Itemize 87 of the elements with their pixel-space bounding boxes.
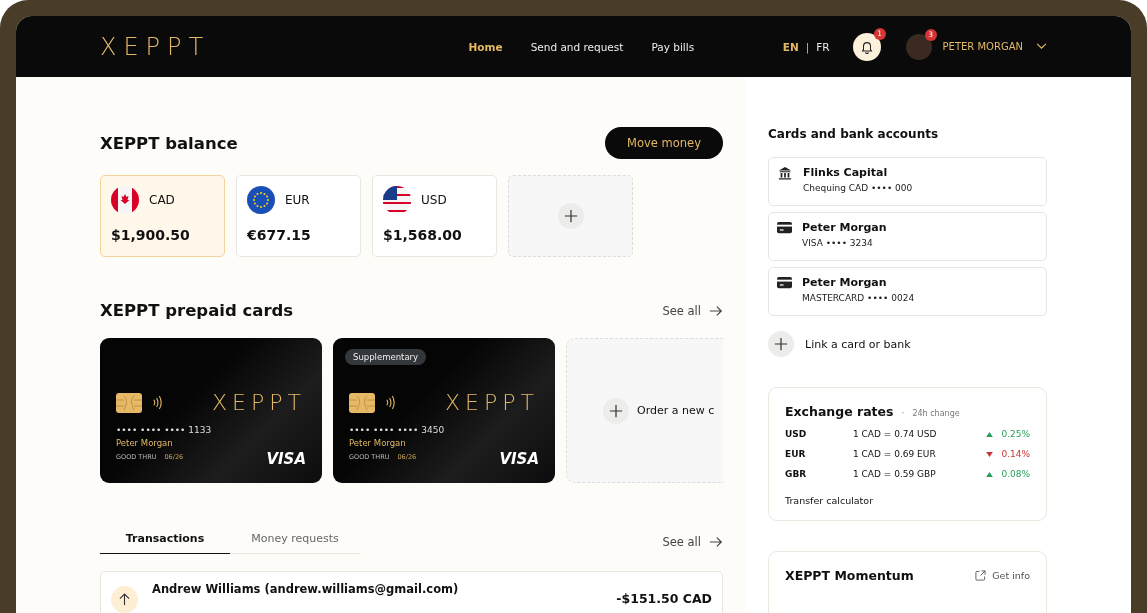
card-title: XEPPT Momentum xyxy=(785,568,914,583)
triangle-up-icon xyxy=(986,431,994,437)
account-item[interactable]: Flinks Capital Chequing CAD •••• 000 xyxy=(768,157,1047,206)
currency-card[interactable]: EUR €677.15 xyxy=(236,175,361,257)
arrow-right-icon xyxy=(709,303,723,318)
credit-card-icon xyxy=(777,276,792,289)
card-logo: XEPPT xyxy=(212,390,306,415)
plus-icon xyxy=(609,403,623,418)
account-name: Flinks Capital xyxy=(803,166,889,179)
card-number: •••• •••• •••• 1133 xyxy=(116,425,213,435)
rate-change: 0.25% xyxy=(1001,429,1030,439)
section-title: Cards and bank accounts xyxy=(768,127,940,141)
card-subtitle: 24h change xyxy=(912,409,960,418)
get-info-link[interactable]: Get info xyxy=(975,570,1030,581)
user-name[interactable]: PETER MORGAN xyxy=(942,41,1023,52)
account-item[interactable]: Peter Morgan MASTERCARD •••• 0024 xyxy=(768,267,1047,316)
separator-dot: · xyxy=(901,408,905,418)
external-link-icon xyxy=(975,570,987,581)
plus-icon xyxy=(563,209,578,223)
nav-link[interactable]: Send and request xyxy=(530,40,624,53)
card-title: Exchange rates xyxy=(785,404,894,419)
account-name: Peter Morgan xyxy=(802,221,887,234)
currency-code: EUR xyxy=(785,449,807,459)
account-name: Peter Morgan xyxy=(802,276,888,289)
card-holder: Peter Morgan xyxy=(349,438,407,448)
triangle-up-icon xyxy=(986,471,994,477)
account-detail: Chequing CAD •••• 000 xyxy=(803,183,913,193)
plus-icon xyxy=(774,337,788,351)
chip-icon xyxy=(349,392,375,413)
balance-amount: $1,568.00 xyxy=(383,227,463,243)
language-option[interactable]: EN xyxy=(782,40,799,53)
nav-link[interactable]: Home xyxy=(468,40,503,53)
section-title: XEPPT balance xyxy=(100,133,238,153)
logo[interactable]: XEPPT xyxy=(100,32,420,61)
rate-change: 0.14% xyxy=(1001,449,1030,459)
credit-card-icon xyxy=(777,221,792,234)
canada-flag-icon xyxy=(111,186,139,214)
nav-link[interactable]: Pay bills xyxy=(651,40,695,53)
card-logo: XEPPT xyxy=(445,390,539,415)
card-network-logo: VISA xyxy=(499,450,539,468)
arrow-right-icon xyxy=(709,535,723,550)
exchange-rate: 1 CAD = 0.69 EUR xyxy=(853,449,937,459)
balance-amount: $1,900.50 xyxy=(111,227,191,243)
order-card-button[interactable]: Order a new c xyxy=(566,338,723,483)
avatar[interactable] xyxy=(905,33,932,60)
section-title: XEPPT prepaid cards xyxy=(100,301,294,320)
rate-change: 0.08% xyxy=(1001,469,1030,479)
currency-code: GBR xyxy=(785,469,808,479)
contactless-icon xyxy=(385,396,396,409)
account-detail: MASTERCARD •••• 0024 xyxy=(802,293,915,303)
account-detail: VISA •••• 3234 xyxy=(802,238,874,248)
arrow-up-icon xyxy=(119,592,130,606)
card-holder: Peter Morgan xyxy=(116,438,174,448)
bank-icon xyxy=(777,166,793,180)
balance-amount: €677.15 xyxy=(247,227,312,243)
currency-card[interactable]: USD $1,568.00 xyxy=(372,175,497,257)
transfer-calculator-link[interactable]: Transfer calculator xyxy=(785,495,1030,506)
transaction-amount: -$151.50 CAD xyxy=(616,590,712,606)
language-option[interactable]: FR xyxy=(816,40,830,53)
move-money-button[interactable]: Move money xyxy=(605,127,723,159)
card-badge: Supplementary xyxy=(345,349,427,365)
notifications-button[interactable] xyxy=(852,32,881,61)
tab[interactable]: Money requests xyxy=(230,531,360,554)
currency-card[interactable]: CAD $1,900.50 xyxy=(100,175,225,257)
chevron-down-icon[interactable] xyxy=(1036,43,1047,50)
transaction-name: Andrew Williams (andrew.williams@gmail.com) xyxy=(152,581,460,596)
see-all-link[interactable]: See all xyxy=(662,303,723,318)
card-network-logo: VISA xyxy=(266,450,306,468)
eu-flag-icon xyxy=(247,186,275,214)
transaction-row[interactable]: Andrew Williams (andrew.williams@gmail.com) -$151.50 CAD xyxy=(100,570,723,613)
see-all-link[interactable]: See all xyxy=(662,535,723,550)
language-separator: | xyxy=(805,40,810,53)
currency-code: EUR xyxy=(285,193,310,207)
card-number: •••• •••• •••• 3450 xyxy=(349,425,446,435)
tab[interactable]: Transactions xyxy=(100,531,230,554)
contactless-icon xyxy=(152,396,163,409)
exchange-rate: 1 CAD = 0.59 GBP xyxy=(853,469,937,479)
us-flag-icon xyxy=(383,186,411,214)
link-account-button[interactable]: Link a card or bank xyxy=(768,331,1047,357)
chip-icon xyxy=(116,392,142,413)
currency-code: USD xyxy=(421,193,447,207)
currency-code: USD xyxy=(785,429,808,439)
bell-icon xyxy=(859,39,874,54)
triangle-down-icon xyxy=(986,451,994,457)
currency-code: CAD xyxy=(149,193,175,207)
account-item[interactable]: Peter Morgan VISA •••• 3234 xyxy=(768,212,1047,261)
exchange-rate: 1 CAD = 0.74 USD xyxy=(853,429,938,439)
